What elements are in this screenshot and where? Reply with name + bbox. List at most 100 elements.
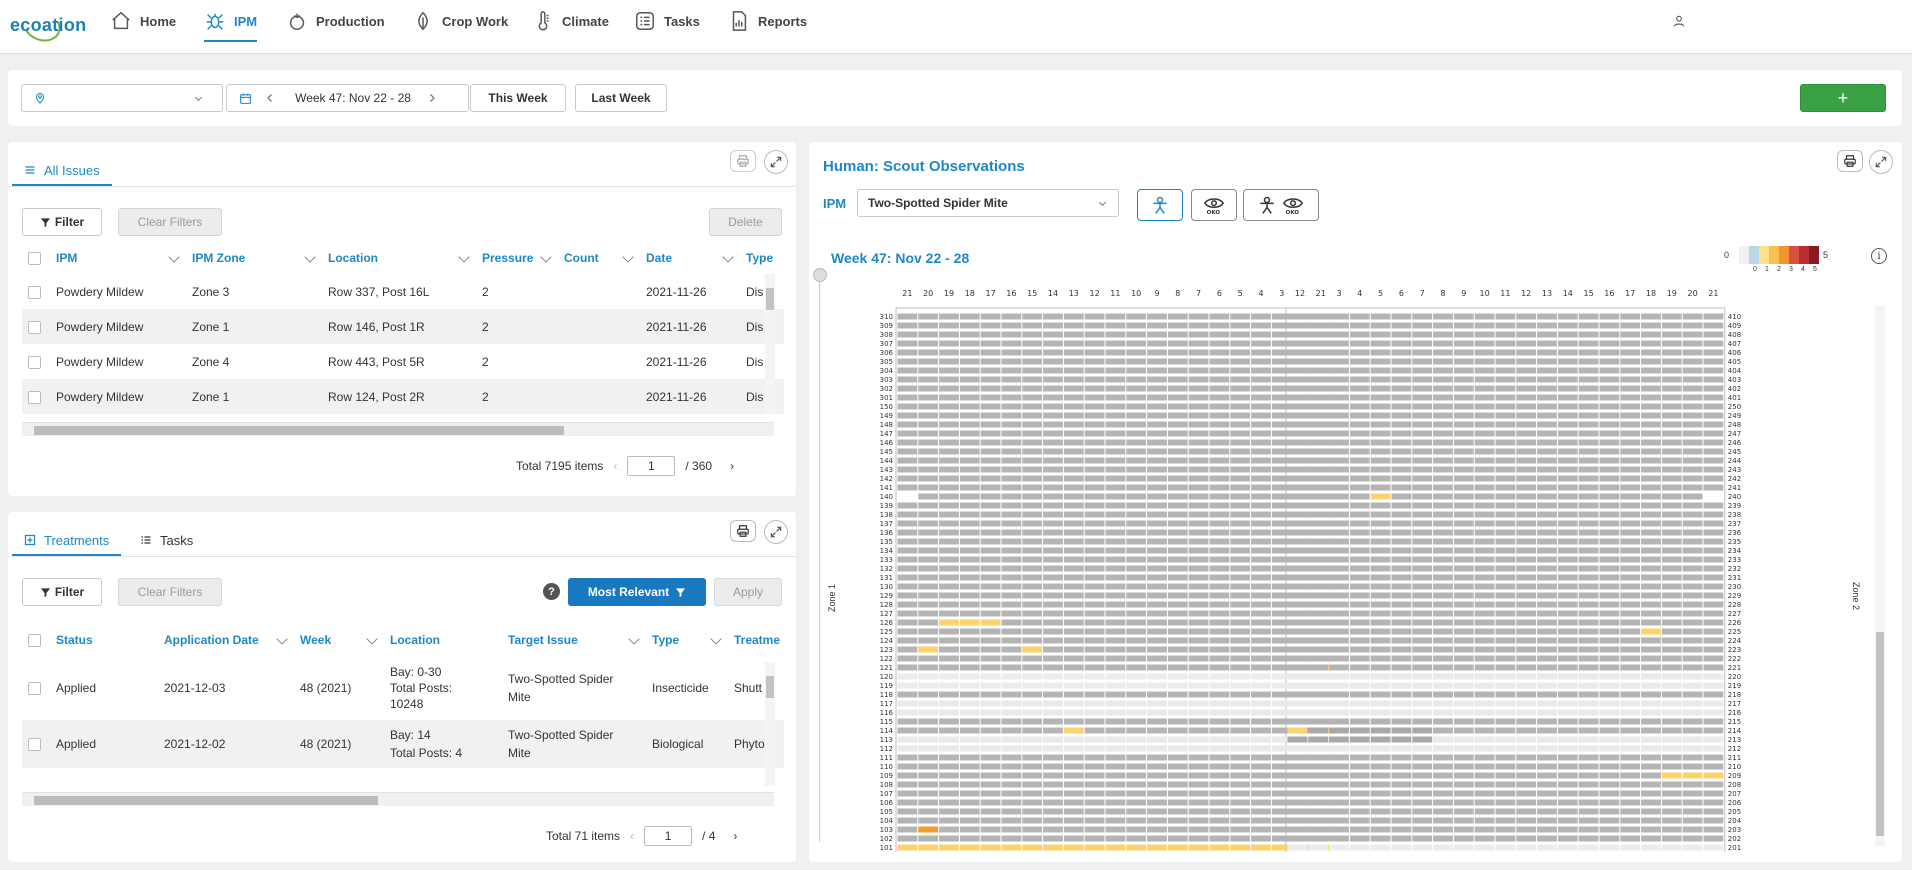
- heatmap-cell[interactable]: [1703, 691, 1724, 698]
- heatmap-cell[interactable]: [1620, 736, 1641, 743]
- heatmap-cell[interactable]: [1230, 529, 1251, 536]
- column-target-issue[interactable]: Target Issue: [502, 624, 646, 656]
- heatmap-cell[interactable]: [1599, 655, 1620, 662]
- heatmap-cell[interactable]: [1147, 340, 1167, 347]
- heatmap-cell[interactable]: [897, 619, 918, 626]
- heatmap-cell[interactable]: [1126, 754, 1147, 761]
- heatmap-cell[interactable]: [939, 844, 959, 851]
- heatmap-cell[interactable]: [1209, 376, 1230, 383]
- heatmap-cell[interactable]: [1620, 682, 1641, 689]
- heatmap-cell[interactable]: [1084, 844, 1105, 851]
- heatmap-cell[interactable]: [1557, 664, 1578, 671]
- heatmap-cell[interactable]: [1147, 322, 1167, 329]
- heatmap-cell[interactable]: [1453, 592, 1474, 599]
- heatmap-cell[interactable]: [1474, 322, 1495, 329]
- heatmap-cell[interactable]: [1329, 727, 1349, 734]
- scout-camera-button[interactable]: OKO: [1191, 189, 1237, 221]
- heatmap-cell[interactable]: [1105, 727, 1126, 734]
- heatmap-cell[interactable]: [1557, 790, 1578, 797]
- heatmap-cell[interactable]: [1349, 718, 1370, 725]
- heatmap-cell[interactable]: [980, 394, 1001, 401]
- heatmap-cell[interactable]: [1188, 538, 1209, 545]
- heatmap-cell[interactable]: [1287, 664, 1308, 671]
- heatmap-cell[interactable]: [1287, 619, 1308, 626]
- heatmap-cell[interactable]: [1474, 628, 1495, 635]
- heatmap-cell[interactable]: [1001, 718, 1022, 725]
- heatmap-cell[interactable]: [1641, 646, 1661, 653]
- heatmap-cell[interactable]: [1703, 637, 1724, 644]
- heatmap-cell[interactable]: [980, 763, 1001, 770]
- heatmap-cell[interactable]: [1329, 565, 1349, 572]
- heatmap-cell[interactable]: [980, 844, 1001, 851]
- heatmap-cell[interactable]: [1682, 385, 1703, 392]
- heatmap-cell[interactable]: [1147, 601, 1167, 608]
- heatmap-cell[interactable]: [1230, 673, 1251, 680]
- heatmap-cell[interactable]: [1682, 610, 1703, 617]
- heatmap-cell[interactable]: [1349, 376, 1370, 383]
- heatmap-cell[interactable]: [1126, 718, 1147, 725]
- heatmap-cell[interactable]: [1043, 313, 1063, 320]
- heatmap-cell[interactable]: [1308, 385, 1329, 392]
- heatmap-cell[interactable]: [1703, 430, 1724, 437]
- heatmap-cell[interactable]: [980, 835, 1001, 842]
- heatmap-cell[interactable]: [1433, 835, 1453, 842]
- heatmap-cell[interactable]: [1453, 421, 1474, 428]
- heatmap-cell[interactable]: [1126, 412, 1147, 419]
- heatmap-cell[interactable]: [1022, 493, 1043, 500]
- heatmap-cell[interactable]: [1661, 727, 1682, 734]
- heatmap-cell[interactable]: [1105, 394, 1126, 401]
- heatmap-cell[interactable]: [1084, 475, 1105, 482]
- heatmap-cell[interactable]: [939, 601, 959, 608]
- heatmap-cell[interactable]: [1251, 565, 1271, 572]
- heatmap-cell[interactable]: [1147, 718, 1167, 725]
- heatmap-cell[interactable]: [1557, 538, 1578, 545]
- heatmap-cell[interactable]: [1287, 790, 1308, 797]
- heatmap-cell[interactable]: [1022, 628, 1043, 635]
- heatmap-cell[interactable]: [1516, 835, 1537, 842]
- heatmap-cell[interactable]: [1105, 745, 1126, 752]
- issues-vertical-scrollbar[interactable]: [765, 274, 775, 414]
- heatmap-cell[interactable]: [939, 835, 959, 842]
- heatmap-cell[interactable]: [1495, 412, 1516, 419]
- heatmap-cell[interactable]: [1147, 835, 1167, 842]
- heatmap-cell[interactable]: [1251, 475, 1271, 482]
- heatmap-cell[interactable]: [1287, 565, 1308, 572]
- heatmap-cell[interactable]: [1557, 826, 1578, 833]
- heatmap-cell[interactable]: [959, 718, 980, 725]
- heatmap-cell[interactable]: [1287, 385, 1308, 392]
- heatmap-cell[interactable]: [1433, 601, 1453, 608]
- heatmap-cell[interactable]: [1251, 466, 1271, 473]
- heatmap-cell[interactable]: [1620, 619, 1641, 626]
- heatmap-cell[interactable]: [1578, 412, 1599, 419]
- heatmap-cell[interactable]: [1557, 493, 1578, 500]
- heatmap-cell[interactable]: [1370, 529, 1391, 536]
- heatmap-cell[interactable]: [1022, 538, 1043, 545]
- heatmap-cell[interactable]: [1412, 610, 1433, 617]
- heatmap-cell[interactable]: [1661, 592, 1682, 599]
- heatmap-cell[interactable]: [1620, 547, 1641, 554]
- heatmap-cell[interactable]: [1557, 439, 1578, 446]
- heatmap-cell[interactable]: [897, 709, 918, 716]
- heatmap-cell[interactable]: [1126, 358, 1147, 365]
- heatmap-cell[interactable]: [1043, 637, 1063, 644]
- heatmap-cell[interactable]: [918, 718, 939, 725]
- heatmap-cell[interactable]: [1126, 385, 1147, 392]
- heatmap-cell[interactable]: [1516, 403, 1537, 410]
- heatmap-cell[interactable]: [1682, 457, 1703, 464]
- heatmap-cell[interactable]: [1167, 367, 1188, 374]
- heatmap-cell[interactable]: [1147, 565, 1167, 572]
- heatmap-cell[interactable]: [918, 727, 939, 734]
- heatmap-cell[interactable]: [1167, 502, 1188, 509]
- heatmap-cell[interactable]: [1412, 691, 1433, 698]
- heatmap-cell[interactable]: [1516, 664, 1537, 671]
- heatmap-cell[interactable]: [1188, 502, 1209, 509]
- heatmap-cell[interactable]: [1188, 835, 1209, 842]
- heatmap-cell[interactable]: [1370, 538, 1391, 545]
- heatmap-cell[interactable]: [1230, 592, 1251, 599]
- heatmap-cell[interactable]: [1230, 484, 1251, 491]
- heatmap-cell[interactable]: [1453, 826, 1474, 833]
- heatmap-cell[interactable]: [897, 556, 918, 563]
- heatmap-cell[interactable]: [1063, 340, 1084, 347]
- heatmap-cell[interactable]: [939, 439, 959, 446]
- heatmap-cell[interactable]: [1599, 745, 1620, 752]
